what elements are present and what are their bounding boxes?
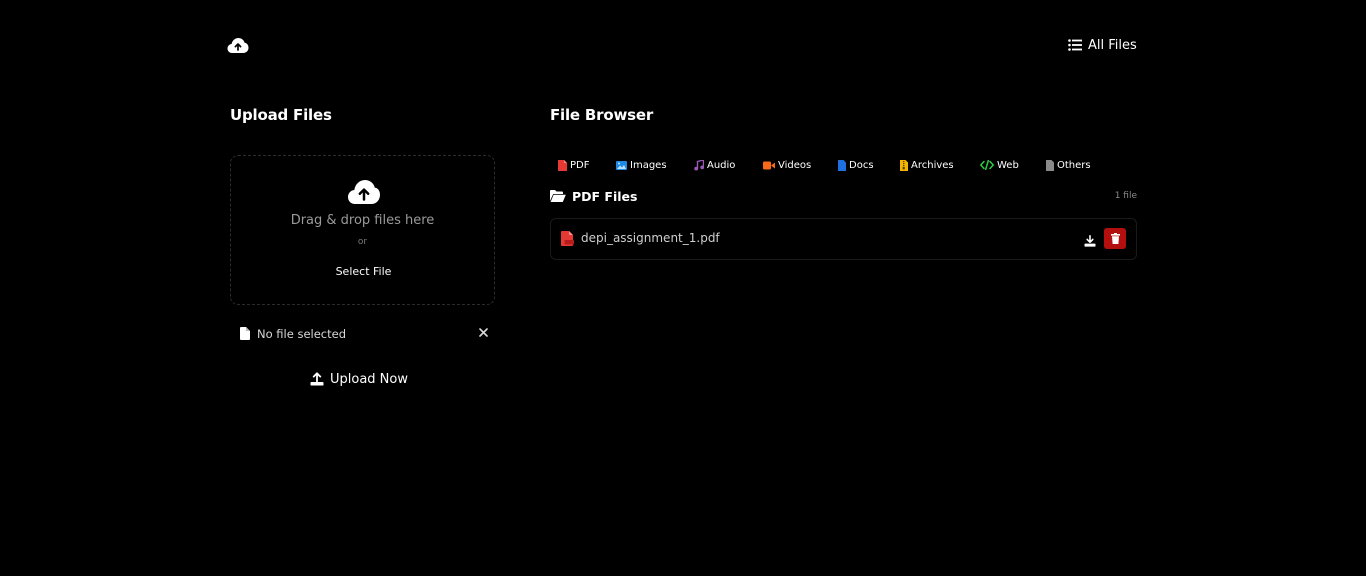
tab-label: Web bbox=[997, 159, 1019, 171]
dropzone-text: Drag & drop files here bbox=[290, 213, 435, 228]
selected-file-row: No file selected bbox=[230, 324, 496, 346]
tab-docs[interactable]: Docs bbox=[838, 156, 874, 174]
file-browser-title: File Browser bbox=[550, 106, 654, 124]
download-icon bbox=[1084, 235, 1096, 247]
files-section-header: PDF Files 1 file bbox=[550, 187, 1137, 207]
file-icon bbox=[1046, 159, 1054, 171]
file-count: 1 file bbox=[1114, 191, 1137, 201]
app-root: All Files Upload Files Drag & drop files… bbox=[0, 0, 1366, 576]
tab-label: Others bbox=[1057, 159, 1091, 171]
tab-label: Docs bbox=[849, 159, 874, 171]
cloud-upload-icon bbox=[348, 180, 380, 204]
no-file-selected-text: No file selected bbox=[257, 327, 347, 341]
clear-selection-button[interactable] bbox=[476, 326, 490, 342]
tab-audio[interactable]: Audio bbox=[694, 156, 735, 174]
video-icon bbox=[763, 161, 775, 169]
upload-title: Upload Files bbox=[230, 106, 332, 124]
tab-others[interactable]: Others bbox=[1046, 156, 1091, 174]
file-row[interactable]: depi_assignment_1.pdf bbox=[550, 218, 1137, 260]
files-section-title: PDF Files bbox=[572, 189, 638, 204]
upload-now-button[interactable]: Upload Now bbox=[310, 368, 418, 390]
list-icon bbox=[1068, 39, 1082, 51]
file-name: depi_assignment_1.pdf bbox=[581, 231, 720, 245]
tab-videos[interactable]: Videos bbox=[763, 156, 811, 174]
download-button[interactable] bbox=[1084, 232, 1098, 247]
tab-web[interactable]: Web bbox=[980, 156, 1019, 174]
tab-archives[interactable]: Archives bbox=[900, 156, 954, 174]
folder-open-icon bbox=[550, 190, 566, 202]
all-files-button[interactable]: All Files bbox=[1068, 35, 1137, 55]
image-icon bbox=[616, 160, 627, 170]
delete-button[interactable] bbox=[1104, 228, 1126, 249]
logo-cloud-upload-icon[interactable] bbox=[226, 35, 250, 55]
trash-icon bbox=[1110, 233, 1120, 244]
all-files-label: All Files bbox=[1088, 37, 1137, 53]
code-icon bbox=[980, 160, 994, 170]
tab-label: Images bbox=[630, 159, 667, 171]
dropzone[interactable]: Drag & drop files here or Select File bbox=[230, 155, 495, 305]
select-file-button[interactable]: Select File bbox=[321, 262, 406, 282]
tab-images[interactable]: Images bbox=[616, 156, 667, 174]
pdf-icon bbox=[561, 231, 574, 246]
tab-label: Videos bbox=[778, 159, 812, 171]
tab-label: PDF bbox=[570, 159, 590, 171]
upload-icon bbox=[310, 372, 324, 386]
tab-label: Archives bbox=[911, 159, 954, 171]
pdf-icon bbox=[558, 159, 567, 171]
dropzone-or-text: or bbox=[357, 237, 368, 247]
music-icon bbox=[694, 159, 704, 170]
close-icon bbox=[478, 328, 488, 337]
upload-now-label: Upload Now bbox=[330, 371, 408, 387]
file-icon bbox=[240, 327, 250, 340]
tab-label: Audio bbox=[707, 159, 736, 171]
doc-icon bbox=[838, 159, 846, 171]
tab-pdf[interactable]: PDF bbox=[558, 156, 589, 174]
archive-icon bbox=[900, 159, 908, 171]
